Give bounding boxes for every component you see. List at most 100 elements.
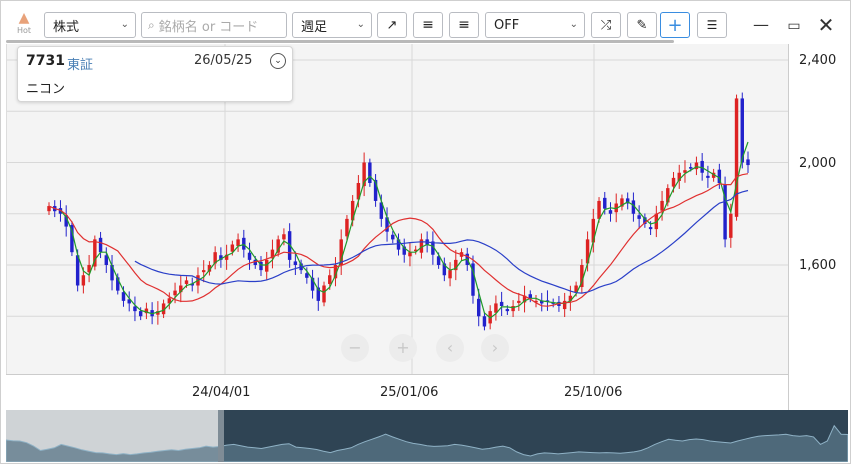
pen-button[interactable]: ✎ xyxy=(627,12,657,38)
asset-type-value: 株式 xyxy=(53,19,80,35)
candle-body xyxy=(328,275,332,284)
flame-icon: ▲ xyxy=(18,10,30,26)
x-tick-label: 25/10/06 xyxy=(564,385,623,400)
navigator-handle[interactable] xyxy=(218,410,224,462)
candle-body xyxy=(242,237,246,250)
candle-body xyxy=(706,175,710,178)
indicator-select[interactable]: OFF ⌄ xyxy=(485,12,585,38)
candle-body xyxy=(265,259,269,272)
settings-button[interactable]: ☰ xyxy=(697,12,727,38)
search-icon: ⌕ xyxy=(148,17,155,32)
navigator-area xyxy=(6,424,848,462)
candle-body xyxy=(517,300,521,303)
pen-icon: ✎ xyxy=(636,17,648,33)
candle-body xyxy=(734,98,739,217)
candle-body xyxy=(236,239,240,247)
indicator-value: OFF xyxy=(494,17,520,33)
chevron-down-icon: ⌄ xyxy=(569,19,578,30)
zoom-out-button[interactable]: − xyxy=(341,334,369,362)
candle-body xyxy=(138,311,143,317)
candle-body xyxy=(740,98,744,163)
candle-body xyxy=(476,298,481,317)
period-select[interactable]: 週足 ⌄ xyxy=(292,12,372,38)
trendline-tool-button[interactable]: ↗ xyxy=(377,12,407,38)
chevron-down-icon: ⌄ xyxy=(356,19,365,30)
candle-body xyxy=(499,301,504,306)
candle-body xyxy=(247,252,252,260)
candle-body xyxy=(98,237,103,253)
close-button[interactable]: ✕ xyxy=(814,14,838,36)
candle-body xyxy=(184,280,189,284)
candle-body xyxy=(505,309,510,312)
x-tick-label: 25/01/06 xyxy=(380,385,439,400)
stock-info-box: 7731 東証 26/05/25 ⌄ ニコン xyxy=(17,46,293,102)
minus-icon: − xyxy=(348,338,362,357)
maximize-icon: ▭ xyxy=(787,18,801,34)
candle-body xyxy=(660,200,664,211)
sliders-icon: ☰ xyxy=(706,18,718,32)
chevron-right-icon: › xyxy=(491,338,499,357)
align-right-icon: ≡ xyxy=(458,17,470,33)
shuffle-button[interactable]: ⤮ xyxy=(591,12,621,38)
scroll-right-button[interactable]: › xyxy=(481,334,509,362)
chevron-down-circle-icon[interactable]: ⌄ xyxy=(270,53,286,69)
y-axis[interactable]: 2,400 2,000 1,600 xyxy=(788,44,851,410)
search-placeholder: 銘柄名 or コード xyxy=(158,19,259,35)
minimize-button[interactable]: — xyxy=(749,14,773,36)
candle-body xyxy=(104,255,109,265)
x-tick-label: 24/04/01 xyxy=(192,385,251,400)
candle-body xyxy=(608,210,613,214)
close-icon: ✕ xyxy=(817,13,835,37)
toolbar: ▲ Hot 株式 ⌄ ⌕ 銘柄名 or コード 週足 ⌄ ↗ ≡ ≡ OFF ⌄… xyxy=(0,0,851,44)
candle-body xyxy=(391,234,395,240)
candle-body xyxy=(482,316,487,327)
align-left-icon: ≡ xyxy=(422,17,434,33)
asset-type-select[interactable]: 株式 ⌄ xyxy=(44,12,136,38)
candle-body xyxy=(293,261,298,265)
candle-body xyxy=(408,252,412,257)
candle-body xyxy=(494,303,498,313)
maximize-button[interactable]: ▭ xyxy=(782,14,806,36)
search-input[interactable]: ⌕ 銘柄名 or コード xyxy=(141,12,287,38)
y-tick-label: 1,600 xyxy=(799,258,837,273)
align-left-button[interactable]: ≡ xyxy=(413,12,443,38)
period-value: 週足 xyxy=(301,19,328,35)
info-date: 26/05/25 xyxy=(194,53,253,68)
candle-body xyxy=(201,270,206,273)
navigator-area-chart xyxy=(6,424,848,462)
plus-icon: + xyxy=(396,338,410,357)
chevron-down-icon: ⌄ xyxy=(120,19,129,30)
candle-body xyxy=(528,294,532,299)
crosshair-button[interactable]: + xyxy=(660,12,690,38)
candle-body xyxy=(345,218,349,237)
y-tick-label: 2,000 xyxy=(799,156,837,171)
market-label: 東証 xyxy=(67,58,94,73)
candle-body xyxy=(230,244,235,252)
hot-label: Hot xyxy=(16,26,32,35)
scroll-left-button[interactable]: ‹ xyxy=(436,334,464,362)
hot-button[interactable]: ▲ Hot xyxy=(10,10,38,38)
zoom-in-button[interactable]: + xyxy=(389,334,417,362)
range-navigator[interactable] xyxy=(6,410,848,462)
y-tick-label: 2,400 xyxy=(799,53,837,68)
plus-icon: + xyxy=(667,14,683,36)
candle-body xyxy=(305,273,309,278)
candle-body xyxy=(448,270,452,279)
chevron-left-icon: ‹ xyxy=(446,338,454,357)
candle-body xyxy=(671,177,676,187)
candle-body xyxy=(133,306,137,312)
toolbar-scrollbar[interactable] xyxy=(6,40,674,43)
candle-body xyxy=(173,290,177,296)
x-axis[interactable]: 24/04/01 25/01/06 25/10/06 xyxy=(6,374,788,410)
candle-body xyxy=(637,215,641,219)
candle-body xyxy=(597,200,601,219)
candle-body xyxy=(368,162,372,183)
shuffle-icon: ⤮ xyxy=(600,17,612,33)
candle-body xyxy=(322,285,326,303)
candle-body xyxy=(746,159,750,166)
minimize-icon: — xyxy=(753,15,769,34)
candle-body xyxy=(688,167,693,169)
arrow-up-right-icon: ↗ xyxy=(386,17,398,33)
candle-body xyxy=(729,213,733,238)
align-right-button[interactable]: ≡ xyxy=(449,12,479,38)
